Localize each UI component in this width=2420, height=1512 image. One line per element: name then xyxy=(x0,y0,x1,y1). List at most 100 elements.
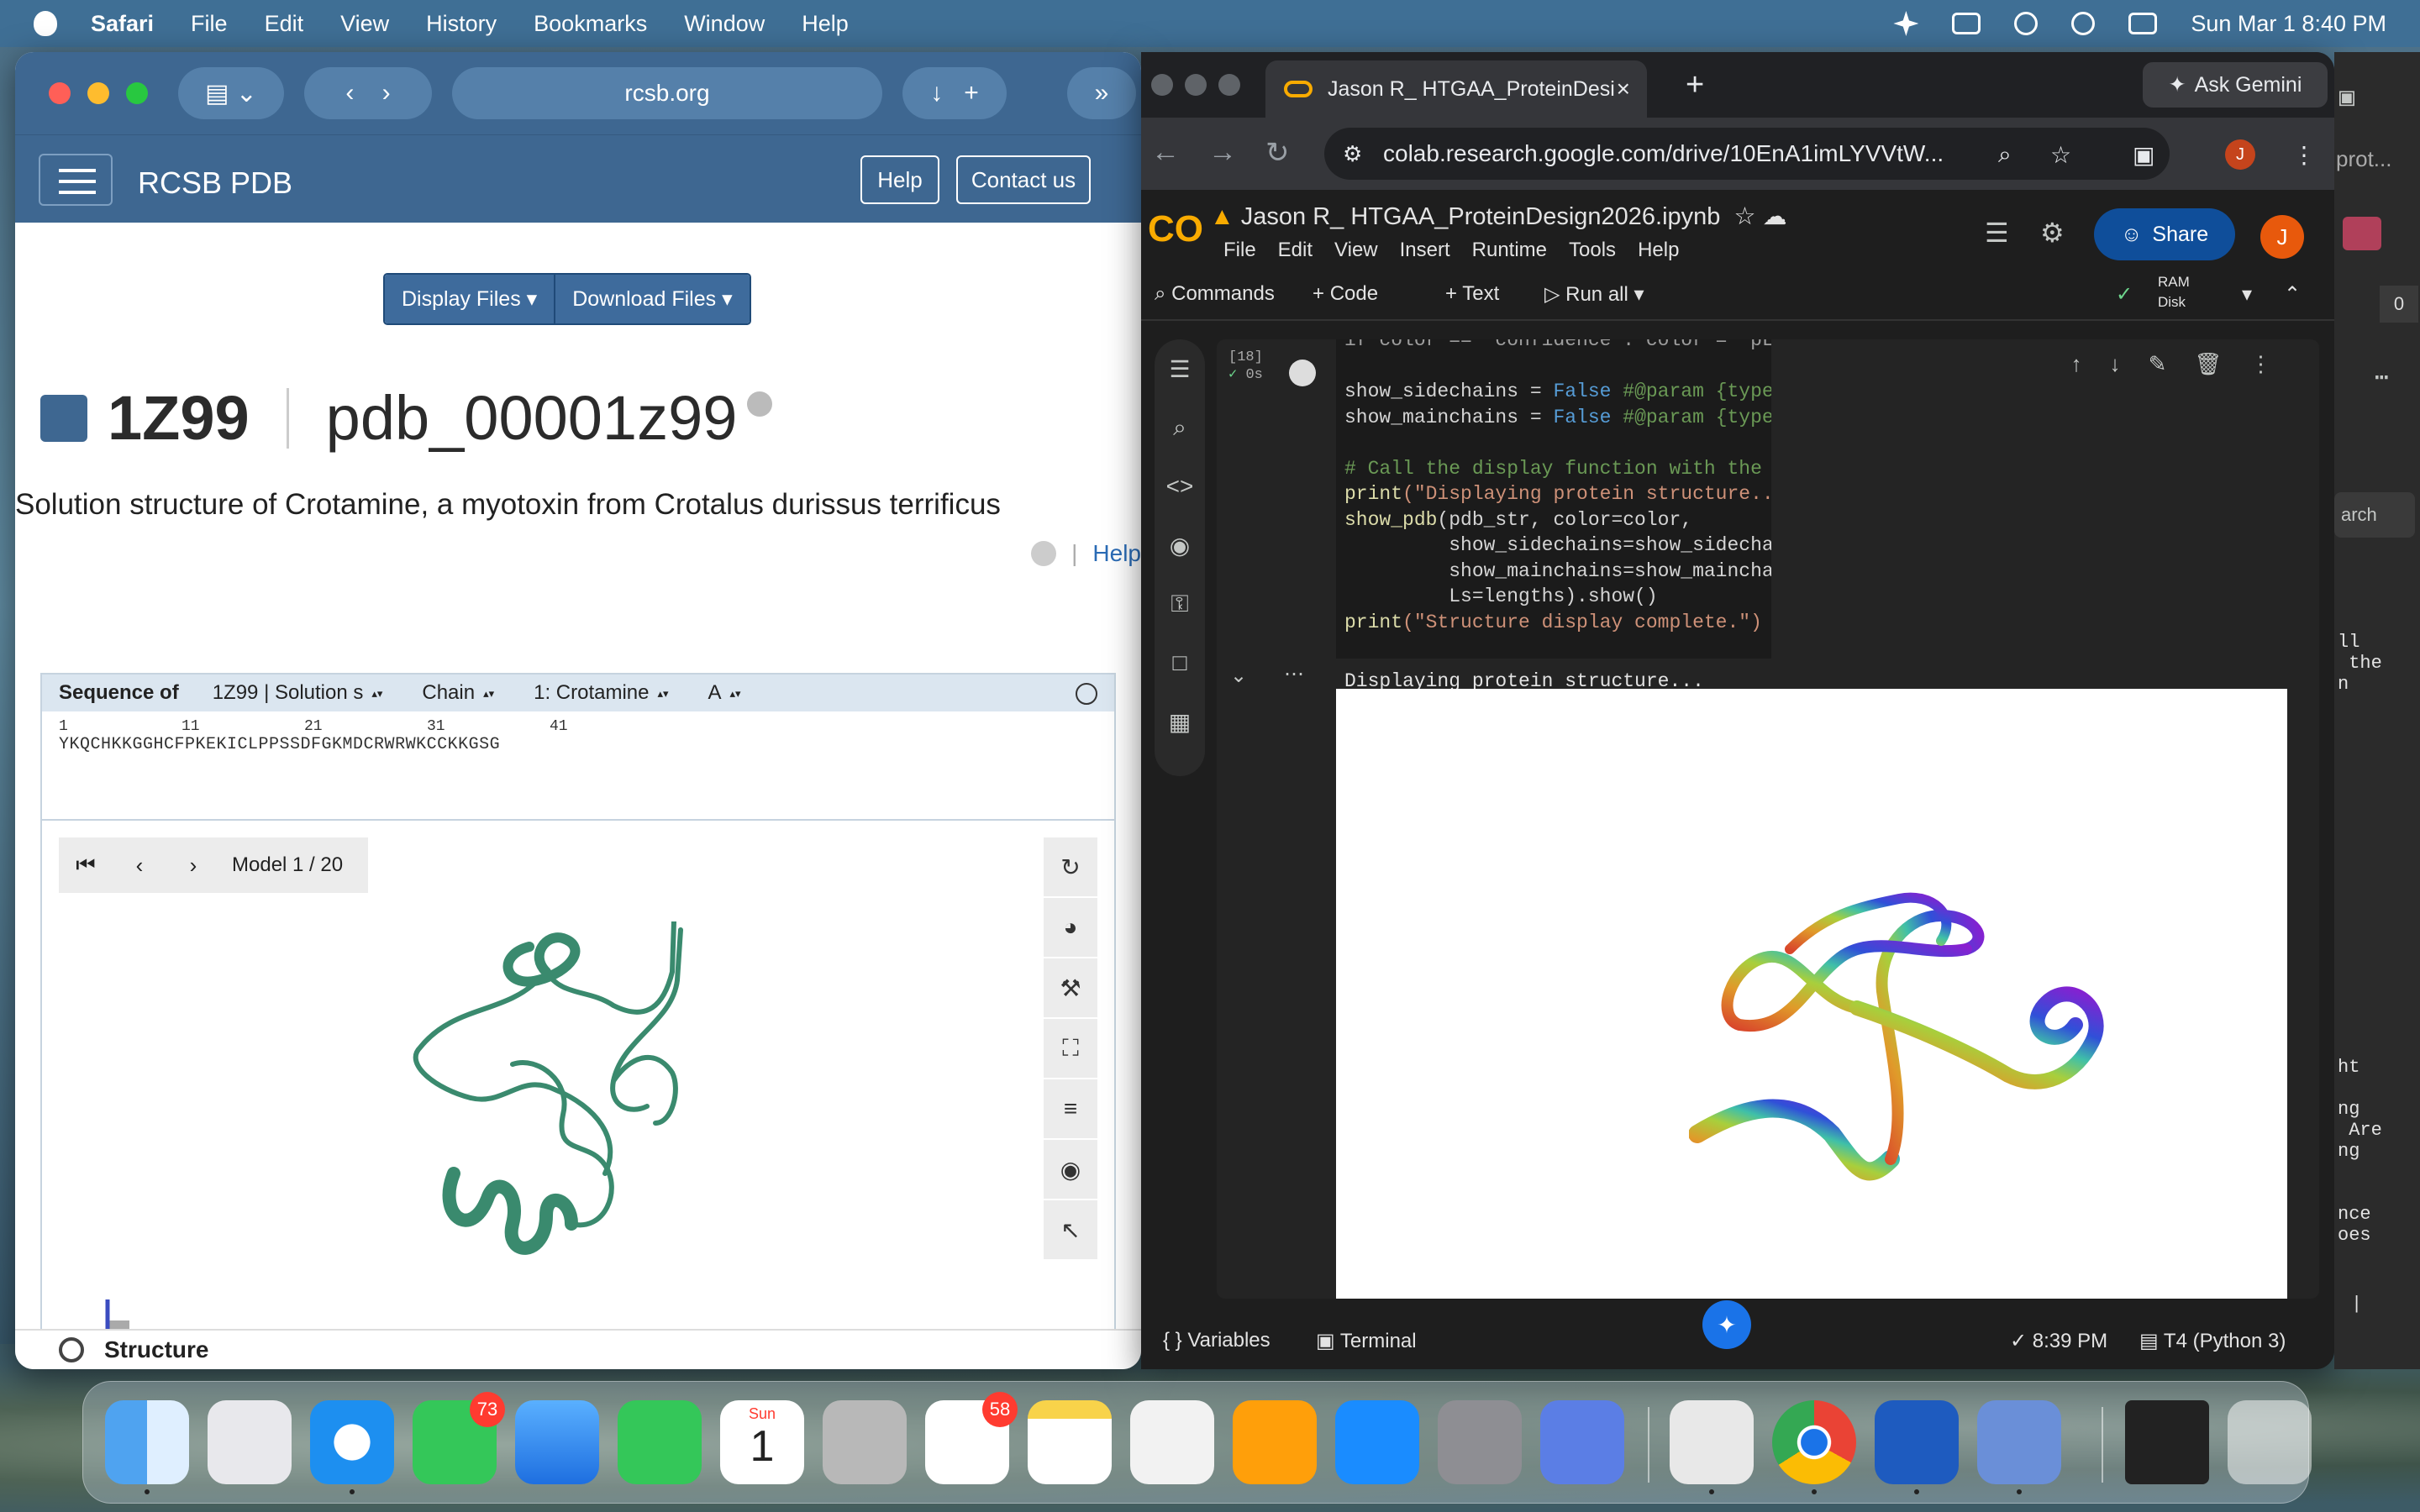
iphone-mirroring-icon[interactable] xyxy=(1540,1400,1624,1484)
code-snippets-icon[interactable]: <> xyxy=(1155,457,1205,516)
star-icon[interactable]: ☆ xyxy=(1734,203,1756,230)
minimized-window-thumbnail[interactable] xyxy=(2125,1400,2209,1484)
lens-icon[interactable]: ▣ xyxy=(2133,141,2154,169)
launchpad-icon[interactable] xyxy=(208,1400,292,1484)
search-icon[interactable] xyxy=(2071,12,2096,35)
site-info-icon[interactable]: ⚙ xyxy=(1343,141,1362,167)
ask-gemini-button[interactable]: ✦ Ask Gemini xyxy=(2143,62,2328,108)
add-text-button[interactable]: + Text xyxy=(1445,282,1499,306)
calendar-icon[interactable]: Sun 1 xyxy=(720,1400,804,1484)
wrench-icon[interactable]: ⚒ xyxy=(1044,958,1097,1019)
site-title[interactable]: RCSB PDB xyxy=(138,165,292,201)
tab-colab[interactable]: Jason R_ HTGAA_ProteinDesi × xyxy=(1265,60,1647,118)
chevron-down-icon[interactable]: ▾ xyxy=(2242,282,2252,307)
chain-type-select[interactable]: Chain xyxy=(422,681,495,705)
reminders-icon[interactable]: 58 xyxy=(925,1392,1018,1484)
notebook-title[interactable]: ▲ Jason R_ HTGAA_ProteinDesign2026.ipynb… xyxy=(1210,202,1787,231)
forward-button[interactable]: → xyxy=(1208,136,1237,169)
colab-logo[interactable]: CO xyxy=(1148,208,1203,250)
more-icon[interactable]: ⋯ xyxy=(2375,363,2389,392)
next-model-button[interactable]: › xyxy=(166,853,220,879)
profile-avatar[interactable]: J xyxy=(2225,139,2255,170)
folder-icon[interactable]: □ xyxy=(1155,633,1205,692)
info-icon[interactable] xyxy=(1031,541,1057,566)
chevron-up-icon[interactable]: ⌃ xyxy=(2284,282,2301,307)
colab-menu-insert[interactable]: Insert xyxy=(1400,239,1450,262)
structure-section-bar[interactable]: Structure xyxy=(15,1329,1141,1369)
variables-inspector-icon[interactable]: ◉ xyxy=(1155,516,1205,575)
screen-mirroring-icon[interactable] xyxy=(2014,12,2039,35)
delete-icon[interactable]: 🗑 xyxy=(2194,351,2222,385)
control-center-icon[interactable] xyxy=(2128,13,2158,34)
reload-button[interactable]: ↻ xyxy=(1265,136,1290,170)
code-cell[interactable]: [18] ✓ 0s if color == "confidence": color… xyxy=(1217,339,2319,1299)
colab-menu-runtime[interactable]: Runtime xyxy=(1472,239,1547,262)
sequence-residues[interactable]: YKQCHKKGGHCFPKEKICLPPSSDFGKMDCRWRWKCCKKG… xyxy=(59,735,1114,754)
question-icon[interactable] xyxy=(1076,683,1097,705)
menu-file[interactable]: File xyxy=(191,11,228,37)
entity-select[interactable]: 1Z99 | Solution s xyxy=(213,681,384,705)
molecule-select[interactable]: 1: Crotamine xyxy=(534,681,669,705)
reset-view-icon[interactable]: ↻ xyxy=(1044,837,1097,898)
bookmark-star-icon[interactable]: ☆ xyxy=(2050,141,2071,169)
new-tab-button[interactable]: + xyxy=(1686,67,1704,103)
omnibox[interactable]: ⚙ colab.research.google.com/drive/10EnA1… xyxy=(1324,128,2170,180)
menu-app-name[interactable]: Safari xyxy=(91,11,154,37)
pages-icon[interactable] xyxy=(1233,1400,1317,1484)
prev-model-button[interactable]: ‹ xyxy=(113,853,166,879)
downloads-newtab-buttons[interactable]: ↓ + xyxy=(902,67,1007,119)
key-icon[interactable]: ⚿ xyxy=(1155,575,1205,633)
terminal-button[interactable]: ▣ Terminal xyxy=(1316,1329,1417,1353)
colab-menu-file[interactable]: File xyxy=(1223,239,1256,262)
facetime-icon[interactable] xyxy=(618,1400,702,1484)
tab-overview-icon[interactable]: ▣ xyxy=(2339,82,2354,113)
sidebar-toggle-button[interactable]: ▤ ⌄ xyxy=(178,67,284,119)
notes-icon[interactable] xyxy=(1028,1400,1112,1484)
collapse-output-icon[interactable]: ⌄ xyxy=(1230,664,1247,688)
contact-us-button[interactable]: Contact us xyxy=(956,155,1091,204)
display-files-button[interactable]: Display Files ▾ xyxy=(385,275,555,323)
py3dmol-viewer[interactable] xyxy=(1336,689,2287,1299)
tab-overview-button[interactable]: » xyxy=(1067,67,1136,119)
toc-icon[interactable]: ☰ xyxy=(1155,339,1205,398)
menu-view[interactable]: View xyxy=(340,11,389,37)
fullscreen-icon[interactable]: ⛶ xyxy=(1044,1019,1097,1079)
move-up-icon[interactable]: ↑ xyxy=(2071,351,2082,385)
molstar-viewer[interactable]: ⏮ ‹ › Model 1 / 20 ↻ ◕ ⚒ ⛶ ≡ ◉ ↖ xyxy=(40,821,1116,1369)
chrome-icon[interactable] xyxy=(1772,1400,1856,1484)
first-model-button[interactable]: ⏮ xyxy=(59,852,113,879)
close-window-button[interactable] xyxy=(1151,74,1173,96)
finder-icon[interactable] xyxy=(105,1400,189,1484)
menu-help[interactable]: Help xyxy=(802,11,849,37)
battery-icon[interactable] xyxy=(1952,13,1981,34)
commands-button[interactable]: ⌕ Commands xyxy=(1155,282,1275,306)
comments-icon[interactable]: ☰ xyxy=(1985,217,2009,249)
colab-menu-tools[interactable]: Tools xyxy=(1569,239,1616,262)
pointer-icon[interactable]: ↖ xyxy=(1044,1200,1097,1261)
table-icon[interactable]: ▦ xyxy=(1155,692,1205,751)
resources-indicator[interactable]: RAM Disk xyxy=(2158,272,2190,312)
share-button[interactable]: ☺ Share xyxy=(2094,208,2235,260)
runtime-type[interactable]: ▤ T4 (Python 3) xyxy=(2139,1329,2286,1353)
word-icon[interactable] xyxy=(1875,1400,1959,1484)
system-settings-icon[interactable] xyxy=(1438,1400,1522,1484)
kebab-menu-icon[interactable]: ⋮ xyxy=(2292,141,2316,169)
vr-icon[interactable]: ◉ xyxy=(1044,1140,1097,1200)
last-run-time[interactable]: ✓ 8:39 PM xyxy=(2010,1329,2107,1353)
run-all-button[interactable]: ▷ Run all ▾ xyxy=(1544,282,1644,307)
apple-icon[interactable] xyxy=(34,11,57,36)
preview-icon[interactable] xyxy=(1977,1400,2061,1484)
freeform-icon[interactable] xyxy=(1130,1400,1214,1484)
minimize-window-button[interactable] xyxy=(1185,74,1207,96)
settings-gear-icon[interactable]: ⚙ xyxy=(2040,217,2065,249)
move-down-icon[interactable]: ↓ xyxy=(2110,351,2121,385)
solitaire-icon[interactable] xyxy=(1670,1400,1754,1484)
background-window[interactable]: ▣ prot... 0 ⋯ arch ll the n ht ng Are ng… xyxy=(2334,52,2420,1369)
run-cell-button[interactable] xyxy=(1289,360,1316,386)
menu-edit[interactable]: Edit xyxy=(265,11,304,37)
download-files-button[interactable]: Download Files ▾ xyxy=(554,275,750,323)
hamburger-menu-button[interactable] xyxy=(39,154,113,206)
find-icon[interactable]: ⌕ xyxy=(1155,398,1205,457)
app-store-icon[interactable] xyxy=(1335,1400,1419,1484)
chain-select[interactable]: A xyxy=(708,681,741,705)
